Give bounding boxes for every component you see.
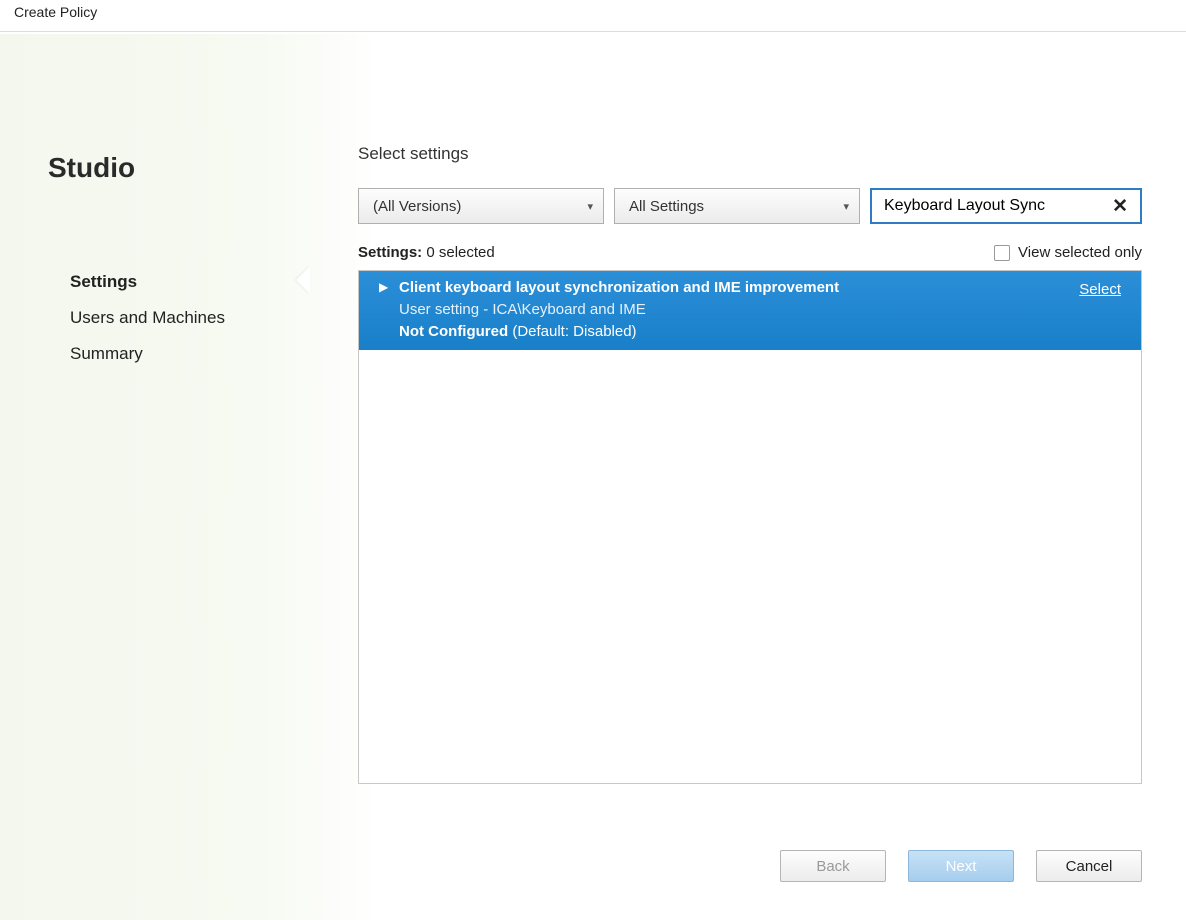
chevron-down-icon: ▾ <box>587 200 593 213</box>
back-button[interactable]: Back <box>780 850 886 882</box>
wizard-body: Studio Settings Users and Machines Summa… <box>0 34 1186 920</box>
dropdown-value: All Settings <box>629 198 843 215</box>
window-title: Create Policy <box>14 4 97 20</box>
search-input[interactable] <box>882 196 1106 216</box>
checkbox-label: View selected only <box>1018 244 1142 261</box>
chevron-down-icon: ▾ <box>843 200 849 213</box>
settings-count-label: Settings: <box>358 244 422 261</box>
checkbox-box-icon <box>994 245 1010 261</box>
select-setting-link[interactable]: Select <box>1079 279 1121 301</box>
brand-title: Studio <box>48 152 135 184</box>
clear-search-icon[interactable]: ✕ <box>1106 195 1134 218</box>
settings-list-row[interactable]: ▶ Client keyboard layout synchronization… <box>359 271 1141 350</box>
step-label: Summary <box>70 344 143 363</box>
cancel-button[interactable]: Cancel <box>1036 850 1142 882</box>
setting-subtitle: User setting - ICA\Keyboard and IME <box>399 299 1123 321</box>
view-selected-only-checkbox[interactable]: View selected only <box>994 244 1142 261</box>
main-panel: Select settings (All Versions) ▾ All Set… <box>358 34 1142 920</box>
setting-title: Client keyboard layout synchronization a… <box>399 277 1123 299</box>
settings-count: Settings: 0 selected <box>358 244 495 261</box>
button-label: Next <box>946 858 977 875</box>
wizard-steps: Settings Users and Machines Summary <box>70 264 290 372</box>
setting-config: Not Configured (Default: Disabled) <box>399 321 1123 343</box>
step-settings[interactable]: Settings <box>70 264 290 300</box>
search-box[interactable]: ✕ <box>870 188 1142 224</box>
step-label: Users and Machines <box>70 308 225 327</box>
button-label: Back <box>816 858 849 875</box>
title-bar: Create Policy <box>0 0 1186 32</box>
scope-filter-dropdown[interactable]: All Settings ▾ <box>614 188 860 224</box>
step-users-machines[interactable]: Users and Machines <box>70 300 290 336</box>
wizard-buttons: Back Next Cancel <box>780 850 1142 882</box>
settings-status-row: Settings: 0 selected View selected only <box>358 244 1142 261</box>
sidebar: Studio Settings Users and Machines Summa… <box>0 34 310 920</box>
step-label: Settings <box>70 272 137 291</box>
setting-config-state: Not Configured <box>399 323 508 340</box>
page-heading: Select settings <box>358 144 469 164</box>
next-button[interactable]: Next <box>908 850 1014 882</box>
button-label: Cancel <box>1066 858 1113 875</box>
active-step-pointer-icon <box>296 266 310 294</box>
expand-icon[interactable]: ▶ <box>379 279 388 296</box>
settings-list: ▶ Client keyboard layout synchronization… <box>358 270 1142 784</box>
settings-count-value: 0 selected <box>426 244 494 261</box>
filter-row: (All Versions) ▾ All Settings ▾ ✕ <box>358 188 1142 224</box>
setting-config-default: (Default: Disabled) <box>512 323 636 340</box>
version-filter-dropdown[interactable]: (All Versions) ▾ <box>358 188 604 224</box>
step-summary[interactable]: Summary <box>70 336 290 372</box>
dropdown-value: (All Versions) <box>373 198 587 215</box>
